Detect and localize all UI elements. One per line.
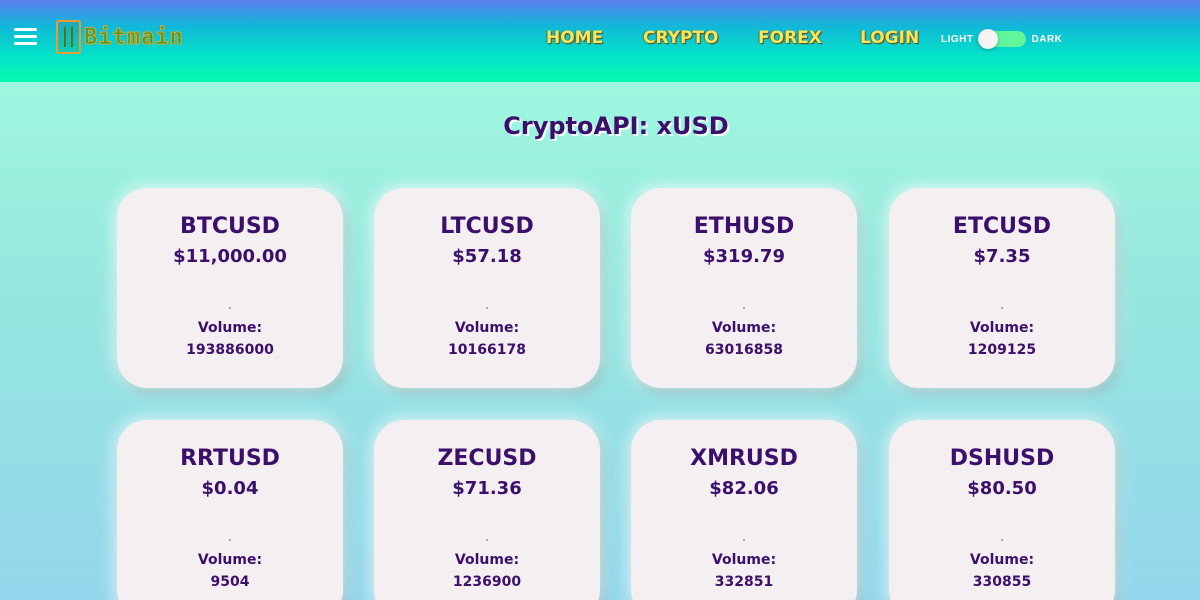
nav-link-crypto[interactable]: CRYPTO xyxy=(643,28,718,48)
ticker-symbol: BTCUSD xyxy=(180,214,280,239)
ticker-card-dshusd[interactable]: DSHUSD $80.50 Volume: 330855 xyxy=(889,420,1115,600)
separator-dot xyxy=(1001,539,1003,541)
site-logo[interactable]: Bitmain xyxy=(56,19,184,55)
separator-dot xyxy=(229,307,231,309)
ticker-price: $80.50 xyxy=(967,478,1037,499)
ticker-price: $82.06 xyxy=(709,478,779,499)
ticker-symbol: RRTUSD xyxy=(180,446,280,471)
ticker-price: $57.18 xyxy=(452,246,522,267)
ticker-card-ltcusd[interactable]: LTCUSD $57.18 Volume: 10166178 xyxy=(374,188,600,388)
volume-label: Volume: xyxy=(969,552,1035,568)
separator-dot xyxy=(229,539,231,541)
volume-label: Volume: xyxy=(711,320,777,336)
volume-value: 9504 xyxy=(210,574,250,590)
volume-value: 193886000 xyxy=(186,342,274,358)
ticker-card-zecusd[interactable]: ZECUSD $71.36 Volume: 1236900 xyxy=(374,420,600,600)
ticker-card-ethusd[interactable]: ETHUSD $319.79 Volume: 63016858 xyxy=(631,188,857,388)
volume-value: 330855 xyxy=(972,574,1032,590)
volume-value: 1209125 xyxy=(967,342,1037,358)
ticker-price: $319.79 xyxy=(703,246,785,267)
nav-link-home[interactable]: HOME xyxy=(546,28,603,48)
ticker-price: $7.35 xyxy=(973,246,1031,267)
toggle-switch[interactable] xyxy=(977,29,1026,49)
volume-label: Volume: xyxy=(197,320,263,336)
separator-dot xyxy=(743,539,745,541)
toggle-light-label: LIGHT xyxy=(941,33,974,45)
volume-label: Volume: xyxy=(197,552,263,568)
theme-toggle[interactable]: LIGHT DARK xyxy=(941,29,1062,49)
ticker-card-btcusd[interactable]: BTCUSD $11,000.00 Volume: 193886000 xyxy=(117,188,343,388)
volume-label: Volume: xyxy=(969,320,1035,336)
volume-label: Volume: xyxy=(454,552,520,568)
ticker-symbol: XMRUSD xyxy=(690,446,798,471)
ticker-symbol: ETCUSD xyxy=(952,214,1052,239)
nav-link-forex[interactable]: FOREX xyxy=(758,28,822,48)
logo-text: Bitmain xyxy=(84,24,184,50)
toggle-dark-label: DARK xyxy=(1031,33,1063,45)
ticker-card-xmrusd[interactable]: XMRUSD $82.06 Volume: 332851 xyxy=(631,420,857,600)
ticker-symbol: ZECUSD xyxy=(437,446,537,471)
ticker-card-rrtusd[interactable]: RRTUSD $0.04 Volume: 9504 xyxy=(117,420,343,600)
volume-value: 332851 xyxy=(714,574,774,590)
hamburger-menu-icon[interactable] xyxy=(14,28,38,46)
ticker-price: $0.04 xyxy=(201,478,259,499)
separator-dot xyxy=(743,307,745,309)
ticker-symbol: ETHUSD xyxy=(693,214,795,239)
ticker-price: $11,000.00 xyxy=(173,246,287,267)
volume-value: 63016858 xyxy=(705,342,783,358)
top-navbar: Bitmain HOME CRYPTO FOREX LOGIN LIGHT DA… xyxy=(0,0,1200,82)
separator-dot xyxy=(486,307,488,309)
separator-dot xyxy=(486,539,488,541)
page-title: CryptoAPI: xUSD xyxy=(503,112,729,140)
ticker-price: $71.36 xyxy=(452,478,522,499)
ticker-symbol: LTCUSD xyxy=(440,214,534,239)
volume-label: Volume: xyxy=(454,320,520,336)
nav-link-login[interactable]: LOGIN xyxy=(860,28,919,48)
logo-icon xyxy=(56,20,81,54)
ticker-symbol: DSHUSD xyxy=(949,446,1055,471)
volume-value: 10166178 xyxy=(448,342,526,358)
toggle-knob[interactable] xyxy=(977,29,998,49)
ticker-card-etcusd[interactable]: ETCUSD $7.35 Volume: 1209125 xyxy=(889,188,1115,388)
separator-dot xyxy=(1001,307,1003,309)
volume-label: Volume: xyxy=(711,552,777,568)
volume-value: 1236900 xyxy=(452,574,522,590)
